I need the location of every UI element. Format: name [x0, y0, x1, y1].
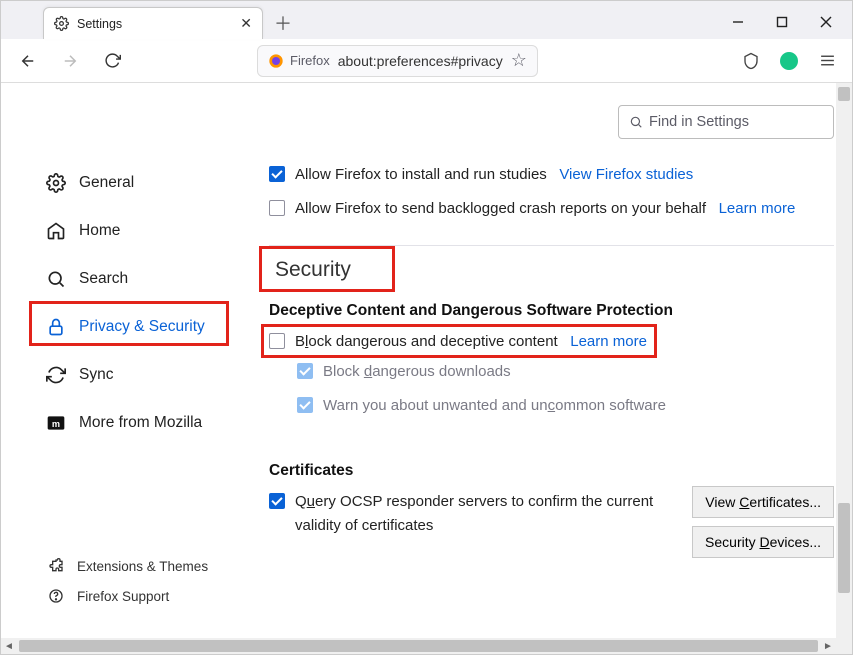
- menu-button[interactable]: [812, 46, 842, 76]
- green-dot-icon: [780, 52, 798, 70]
- certificates-heading: Certificates: [269, 462, 834, 480]
- sidebar-item-mozilla[interactable]: m More from Mozilla: [39, 403, 239, 443]
- help-icon: [45, 585, 67, 607]
- label-studies: Allow Firefox to install and run studies: [295, 166, 547, 183]
- url-bar[interactable]: Firefox about:preferences#privacy ☆: [257, 45, 538, 77]
- sidebar-item-label: Home: [79, 222, 120, 240]
- minimize-button[interactable]: [718, 7, 758, 37]
- scroll-arrow-left[interactable]: ◄: [1, 641, 17, 652]
- checkbox-ocsp[interactable]: [269, 493, 285, 509]
- sidebar-item-search[interactable]: Search: [39, 259, 239, 299]
- browser-window: Settings ✕ ＋: [0, 0, 853, 655]
- row-block-downloads: Block dangerous downloads: [297, 360, 834, 384]
- checkbox-block-downloads[interactable]: [297, 363, 313, 379]
- scroll-arrow-up[interactable]: [838, 87, 850, 101]
- checkbox-warn-uncommon[interactable]: [297, 397, 313, 413]
- sync-icon: [45, 364, 67, 386]
- reload-button[interactable]: [95, 44, 129, 78]
- back-button[interactable]: [11, 44, 45, 78]
- lock-icon: [45, 316, 67, 338]
- pocket-icon[interactable]: [736, 46, 766, 76]
- star-icon[interactable]: ☆: [511, 50, 527, 71]
- identity-box[interactable]: Firefox: [268, 53, 330, 69]
- toolbar: Firefox about:preferences#privacy ☆: [1, 39, 852, 83]
- row-ocsp: Query OCSP responder servers to confirm …: [269, 490, 689, 538]
- security-heading: Security: [269, 256, 391, 284]
- label-crash: Allow Firefox to send backlogged crash r…: [295, 200, 706, 217]
- sidebar-item-label: Sync: [79, 366, 113, 384]
- sidebar-item-support[interactable]: Firefox Support: [39, 581, 239, 611]
- sidebar-item-privacy[interactable]: Privacy & Security: [39, 307, 239, 347]
- scroll-arrow-right[interactable]: ►: [820, 641, 836, 652]
- checkbox-studies[interactable]: [269, 166, 285, 182]
- window-controls: [718, 7, 852, 39]
- account-icon[interactable]: [774, 46, 804, 76]
- label-warn-uncommon: Warn you about unwanted and uncommon sof…: [323, 394, 666, 418]
- sidebar-item-label: Firefox Support: [77, 589, 169, 604]
- window-close-button[interactable]: [806, 7, 846, 37]
- sidebar-item-sync[interactable]: Sync: [39, 355, 239, 395]
- horizontal-scrollbar[interactable]: ◄ ►: [1, 638, 836, 654]
- settings-page: Find in Settings General Home: [1, 83, 852, 654]
- tab-strip: Settings ✕ ＋: [1, 7, 718, 39]
- titlebar: Settings ✕ ＋: [1, 1, 852, 39]
- find-placeholder: Find in Settings: [649, 114, 749, 130]
- gear-icon: [54, 16, 69, 31]
- link-view-studies[interactable]: View Firefox studies: [559, 166, 693, 183]
- firefox-icon: [268, 53, 284, 69]
- tab-title: Settings: [77, 17, 122, 31]
- content-area: Find in Settings General Home: [1, 83, 852, 654]
- sidebar-item-label: More from Mozilla: [79, 414, 202, 432]
- row-studies: Allow Firefox to install and run studies…: [269, 163, 834, 187]
- find-in-settings[interactable]: Find in Settings: [618, 105, 834, 139]
- link-crash-learn[interactable]: Learn more: [719, 200, 796, 217]
- sidebar-item-extensions[interactable]: Extensions & Themes: [39, 551, 239, 581]
- row-block-deceptive: Block dangerous and deceptive content Le…: [269, 330, 834, 354]
- search-icon: [629, 115, 643, 129]
- mozilla-icon: m: [45, 412, 67, 434]
- row-warn-uncommon: Warn you about unwanted and uncommon sof…: [297, 394, 834, 418]
- sidebar-item-label: Privacy & Security: [79, 318, 205, 336]
- new-tab-button[interactable]: ＋: [269, 9, 297, 37]
- scroll-thumb[interactable]: [19, 640, 818, 652]
- puzzle-icon: [45, 555, 67, 577]
- checkbox-block-deceptive[interactable]: [269, 333, 285, 349]
- url-text: about:preferences#privacy: [338, 53, 503, 69]
- checkbox-crash[interactable]: [269, 200, 285, 216]
- label-block-deceptive: Block dangerous and deceptive content: [295, 333, 558, 350]
- deceptive-heading: Deceptive Content and Dangerous Software…: [269, 302, 834, 320]
- close-icon[interactable]: ✕: [240, 15, 252, 32]
- label-block-downloads: Block dangerous downloads: [323, 360, 511, 384]
- sidebar: General Home Search: [39, 163, 239, 443]
- main-content: Allow Firefox to install and run studies…: [269, 163, 834, 548]
- vertical-scrollbar[interactable]: [836, 83, 852, 654]
- scroll-thumb[interactable]: [838, 503, 850, 593]
- divider: [269, 245, 834, 246]
- search-icon: [45, 268, 67, 290]
- home-icon: [45, 220, 67, 242]
- view-certificates-button[interactable]: View Certificates...: [692, 486, 834, 518]
- sidebar-item-general[interactable]: General: [39, 163, 239, 203]
- row-crash: Allow Firefox to send backlogged crash r…: [269, 197, 834, 221]
- label-ocsp: Query OCSP responder servers to confirm …: [295, 490, 689, 538]
- identity-label: Firefox: [290, 53, 330, 68]
- sidebar-item-label: General: [79, 174, 134, 192]
- sidebar-item-label: Extensions & Themes: [77, 559, 208, 574]
- sidebar-item-label: Search: [79, 270, 128, 288]
- maximize-button[interactable]: [762, 7, 802, 37]
- forward-button[interactable]: [53, 44, 87, 78]
- gear-icon: [45, 172, 67, 194]
- link-deceptive-learn[interactable]: Learn more: [570, 333, 647, 350]
- sidebar-item-home[interactable]: Home: [39, 211, 239, 251]
- sidebar-footer: Extensions & Themes Firefox Support: [39, 551, 239, 611]
- svg-text:m: m: [52, 419, 60, 429]
- tab-settings[interactable]: Settings ✕: [43, 7, 263, 39]
- security-devices-button[interactable]: Security Devices...: [692, 526, 834, 558]
